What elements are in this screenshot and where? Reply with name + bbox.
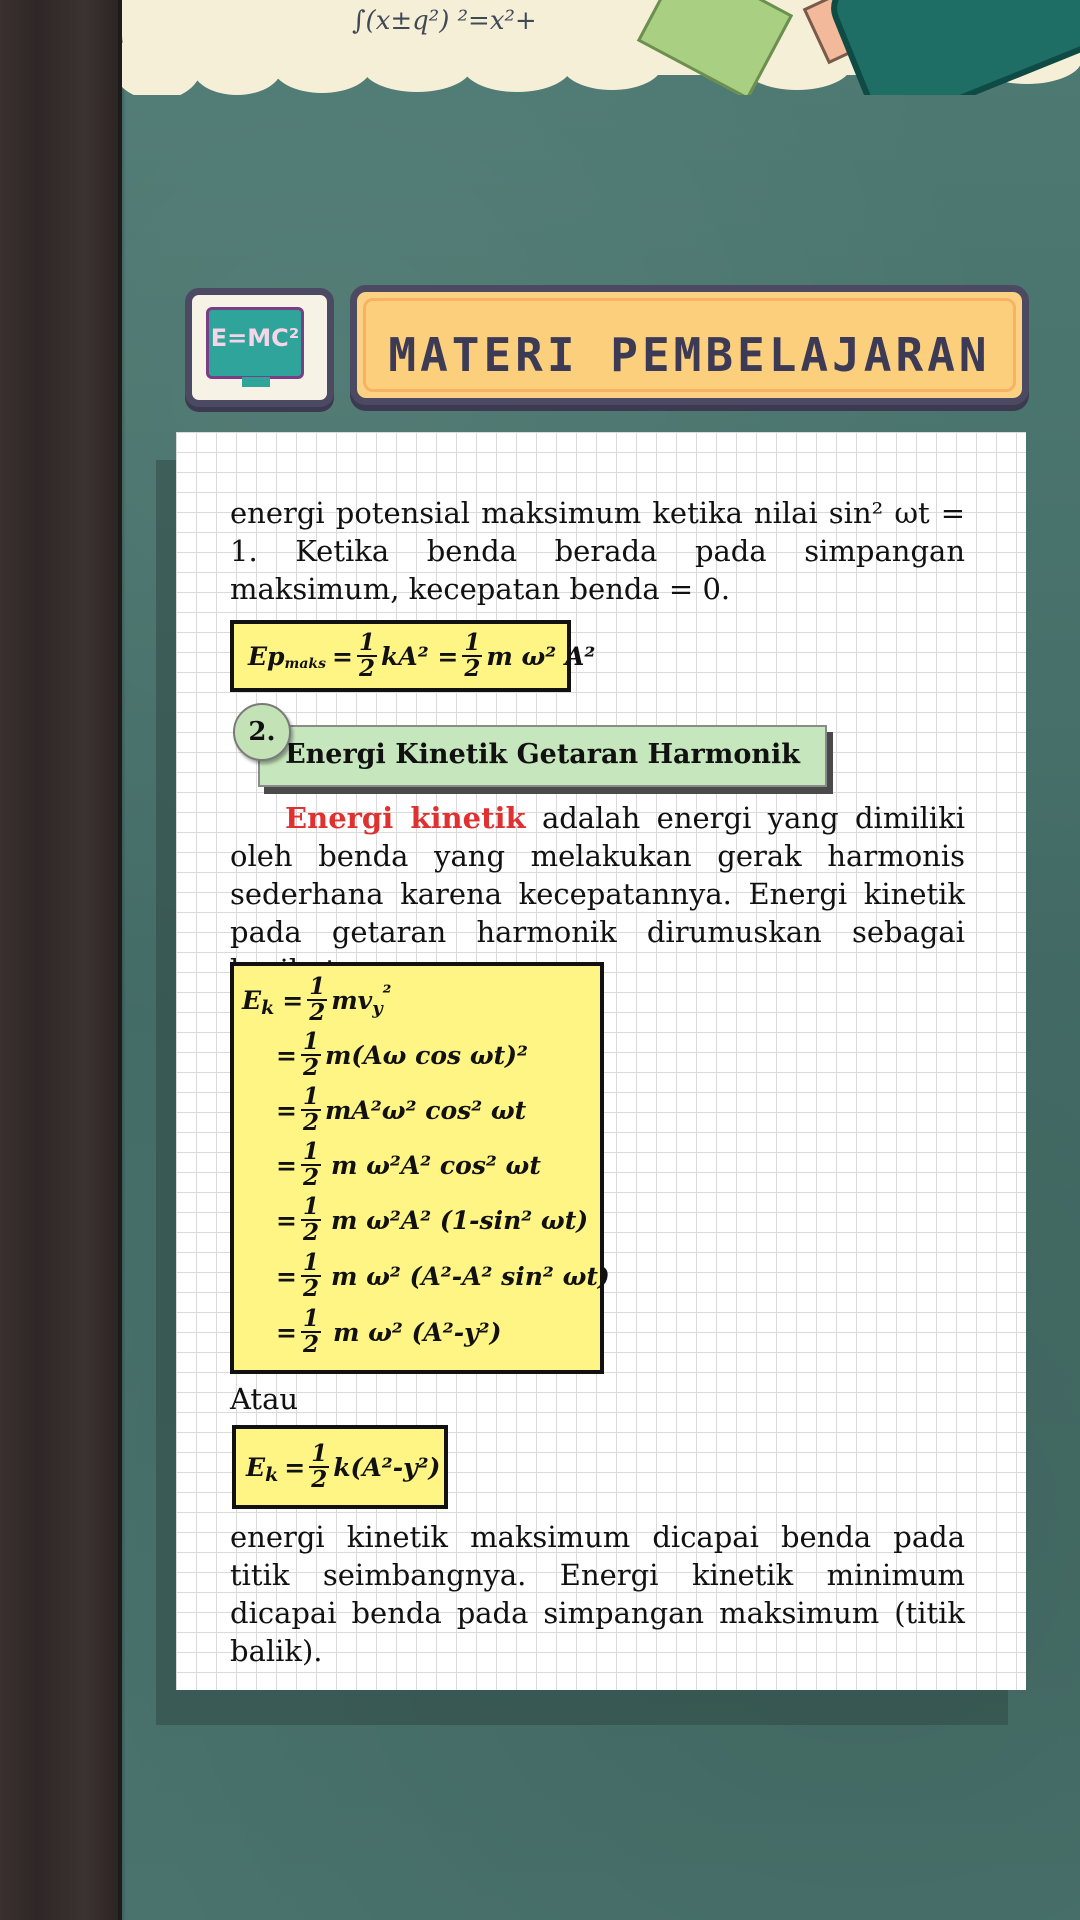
derivation-term: m ω² (A²-A² sin² ωt): [330, 1261, 610, 1291]
derivation-term: mA²ω² cos² ωt: [324, 1095, 527, 1125]
derivation-fraction: 12: [300, 1249, 321, 1302]
ek-lhs: E: [246, 1452, 266, 1482]
cloud-bump: [462, 38, 572, 92]
derivation-line-6: = 12 m ω² (A²-A² sin² ωt): [276, 1250, 610, 1302]
derivation-fraction: 12: [300, 1305, 321, 1358]
ep-max-formula: Ep maks = 12 kA² = 12 m ω² A²: [230, 620, 595, 692]
monitor-icon: E=MC²: [206, 307, 304, 379]
section-heading-bar: Energi Kinetik Getaran Harmonik: [258, 725, 827, 787]
derivation-equals: =: [276, 1095, 297, 1125]
ep-fraction-1: 12: [356, 629, 377, 682]
section-number: 2.: [233, 703, 291, 761]
ep-lhs-sub: maks: [284, 656, 327, 672]
atau-text: Atau: [230, 1382, 299, 1416]
book-spine: [0, 0, 122, 1920]
frac-numerator: 1: [300, 1193, 321, 1221]
top-decoration: ∫(x±q²) ²=x²+: [122, 0, 1080, 95]
derivation-fraction: 12: [300, 1138, 321, 1191]
derivation-equals: =: [276, 1317, 297, 1347]
derivation-term: m(Aω cos ωt)²: [324, 1040, 528, 1070]
frac-numerator: 1: [462, 629, 483, 657]
cloud-bump: [272, 38, 372, 93]
intro-paragraph: energi potensial maksimum ketika nilai s…: [230, 494, 965, 608]
frac-numerator: 1: [356, 629, 377, 657]
frac-denominator: 2: [358, 655, 375, 682]
derivation-equals: =: [282, 985, 304, 1015]
frac-denominator: 2: [309, 999, 326, 1026]
cloud-bump: [192, 40, 282, 95]
ep-fraction-2: 12: [462, 629, 483, 682]
derivation-equals: =: [276, 1040, 297, 1070]
velocity-sub: y: [372, 997, 383, 1019]
closing-text: energi kinetik maksimum dicapai benda pa…: [230, 1520, 965, 1668]
cloud-bump: [362, 40, 472, 92]
frac-denominator: 2: [302, 1219, 319, 1246]
cloud-bump: [562, 40, 662, 90]
kinetic-highlight: Energi kinetik: [285, 801, 526, 835]
doodle-formula: ∫(x±q²) ²=x²+: [352, 6, 537, 36]
ek-fraction: 12: [309, 1440, 330, 1493]
ek-lhs-sub: k: [265, 1464, 279, 1486]
ek-lhs: E: [242, 985, 262, 1015]
badge-text: E=MC²: [210, 324, 300, 352]
ep-equals: =: [332, 641, 353, 671]
ep-term-1: kA² =: [380, 641, 459, 671]
ek-rhs: k(A²-y²): [333, 1452, 441, 1482]
velocity-sup: ²: [382, 980, 392, 1004]
derivation-line-1: Ek = 12 mv y ²: [242, 974, 391, 1026]
frac-denominator: 2: [302, 1109, 319, 1136]
derivation-line-2: = 12 m(Aω cos ωt)²: [276, 1029, 528, 1081]
derivation-term: m ω² (A²-y²): [332, 1317, 502, 1347]
monitor-stand: [242, 377, 270, 387]
derivation-fraction: 12: [307, 973, 328, 1026]
frac-denominator: 2: [311, 1466, 328, 1493]
derivation-equals: =: [276, 1205, 297, 1235]
derivation-term: m ω²A² (1-sin² ωt): [330, 1205, 589, 1235]
ep-formula-row: Ep maks = 12 kA² = 12 m ω² A²: [248, 630, 595, 682]
ek-formula: Ek = 12 k(A²-y²): [232, 1425, 448, 1509]
derivation-fraction: 12: [300, 1028, 321, 1081]
derivation-term: m ω²A² cos² ωt: [330, 1150, 541, 1180]
kinetic-paragraph: Energi kinetik adalah energi yang dimili…: [230, 799, 965, 989]
frac-numerator: 1: [309, 1440, 330, 1468]
derivation-line-7: = 12 m ω² (A²-y²): [276, 1306, 501, 1358]
derivation-line-3: = 12 mA²ω² cos² ωt: [276, 1084, 526, 1136]
page-title: MATERI PEMBELAJARAN: [388, 328, 991, 382]
derivation-line-4: = 12 m ω²A² cos² ωt: [276, 1139, 541, 1191]
closing-paragraph: energi kinetik maksimum dicapai benda pa…: [230, 1518, 965, 1670]
intro-text: energi potensial maksimum ketika nilai s…: [230, 496, 965, 606]
emc2-badge-icon: E=MC²: [185, 288, 334, 407]
kinetic-derivation-box: Ek = 12 mv y ² = 12 m(Aω cos ωt)² = 12 mA²…: [230, 962, 610, 1374]
frac-numerator: 1: [300, 1249, 321, 1277]
ek-lhs-sub: k: [261, 997, 275, 1019]
frac-denominator: 2: [302, 1331, 319, 1358]
ek-formula-row: Ek = 12 k(A²-y²): [246, 1441, 440, 1493]
derivation-fraction: 12: [300, 1083, 321, 1136]
frac-numerator: 1: [307, 973, 328, 1001]
frac-denominator: 2: [302, 1275, 319, 1302]
title-banner: MATERI PEMBELAJARAN: [350, 285, 1029, 405]
ep-term-2: m ω² A²: [486, 641, 596, 671]
derivation-fraction: 12: [300, 1193, 321, 1246]
derivation-line-5: = 12 m ω²A² (1-sin² ωt): [276, 1194, 588, 1246]
frac-numerator: 1: [300, 1083, 321, 1111]
ek-equals: =: [284, 1452, 306, 1482]
derivation-equals: =: [276, 1261, 297, 1291]
frac-denominator: 2: [302, 1164, 319, 1191]
ep-lhs: Ep: [248, 641, 285, 671]
section-title: Energi Kinetik Getaran Harmonik: [285, 739, 800, 770]
kinetic-text: Energi kinetik adalah energi yang dimili…: [230, 799, 965, 989]
frac-numerator: 1: [300, 1305, 321, 1333]
derivation-equals: =: [276, 1150, 297, 1180]
title-banner-inner: MATERI PEMBELAJARAN: [363, 298, 1016, 392]
frac-numerator: 1: [300, 1028, 321, 1056]
atau-paragraph: Atau: [230, 1380, 965, 1418]
frac-denominator: 2: [302, 1054, 319, 1081]
frac-denominator: 2: [464, 655, 481, 682]
spine-shadow: [118, 0, 126, 1920]
frac-numerator: 1: [300, 1138, 321, 1166]
derivation-term: mv: [331, 985, 373, 1015]
